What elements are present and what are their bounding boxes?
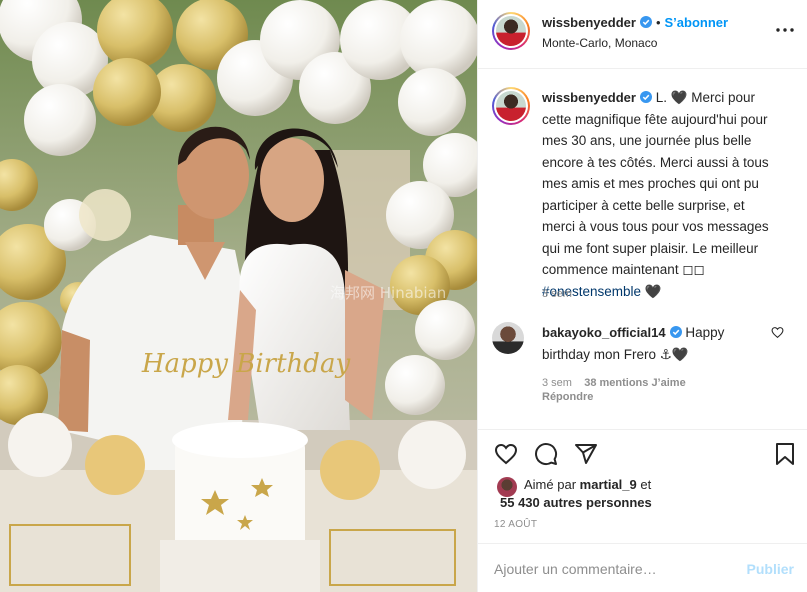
comment-body: bakayoko_official14 Happy birthday mon F… [542,322,774,365]
separator-dot: • [655,15,661,30]
caption-avatar[interactable] [492,87,530,125]
liked-by-user[interactable]: martial_9 [580,477,637,492]
liked-by-line: Aimé par martial_9 et [524,477,651,492]
caption-time: 3 sem [542,288,572,300]
heart-icon[interactable] [494,442,518,466]
liked-by-others[interactable]: 55 430 autres personnes [500,495,652,510]
verified-badge-icon [639,91,652,103]
comment-like-icon[interactable] [771,326,784,339]
commenter-avatar[interactable] [492,322,524,354]
author-line: wissbenyedder • S’abonner [542,15,728,30]
share-icon[interactable] [574,442,598,466]
comment-icon[interactable] [534,442,558,466]
author-avatar[interactable] [492,12,530,50]
watermark: 海邦网 Hinabian [330,284,446,302]
liker-avatar[interactable] [497,477,517,497]
comments-list[interactable]: wissbenyedder L. 🖤 Merci pour cette magn… [478,70,807,428]
comment-item: bakayoko_official14 Happy birthday mon F… [492,322,802,404]
location-link[interactable]: Monte-Carlo, Monaco [542,36,657,50]
verified-badge-icon [639,16,652,28]
add-comment-input[interactable]: Ajouter un commentaire… [494,561,657,577]
caption-body: wissbenyedder L. 🖤 Merci pour cette magn… [542,87,774,302]
dessert-table [0,413,477,592]
post-actions: Aimé par martial_9 et 55 430 autres pers… [478,429,807,543]
bookmark-icon[interactable] [773,442,797,466]
liked-by-others-label: 55 430 autres personnes [500,495,652,510]
cake-topper-text: Happy Birthday [141,349,351,379]
comment-likes[interactable]: 38 mentions J’aime [584,377,686,389]
post-date[interactable]: 12 AOÛT [494,519,537,530]
caption-username[interactable]: wissbenyedder [542,90,636,105]
party-photo: Happy Birthday 海邦网 Hinabian [0,0,477,592]
comment-meta: 3 sem 38 mentions J’aime [542,376,686,390]
liked-by-and: et [640,477,652,492]
commenter-username[interactable]: bakayoko_official14 [542,325,666,340]
verified-badge-icon [669,326,682,338]
caption-text: L. 🖤 Merci pour cette magnifique fête au… [542,90,769,277]
add-comment-bar: Ajouter un commentaire… Publier [478,543,807,592]
comment-time: 3 sem [542,377,572,389]
publish-button[interactable]: Publier [747,561,794,577]
post-photo[interactable]: Happy Birthday 海邦网 Hinabian [0,0,477,592]
follow-button[interactable]: S’abonner [665,15,729,30]
reply-button[interactable]: Répondre [542,390,593,404]
author-username[interactable]: wissbenyedder [542,15,636,30]
reply-label: Répondre [542,391,594,403]
caption: wissbenyedder L. 🖤 Merci pour cette magn… [492,87,802,327]
more-options-icon[interactable] [774,25,796,35]
post-header: wissbenyedder • S’abonner Monte-Carlo, Mon… [478,0,807,69]
liked-by-prefix: Aimé par [524,477,577,492]
caption-suffix: 🖤 [641,283,662,299]
post-sidebar: wissbenyedder • S’abonner Monte-Carlo, Mon… [477,0,807,592]
instagram-post: Happy Birthday 海邦网 Hinabian wissbenyedde… [0,0,807,592]
